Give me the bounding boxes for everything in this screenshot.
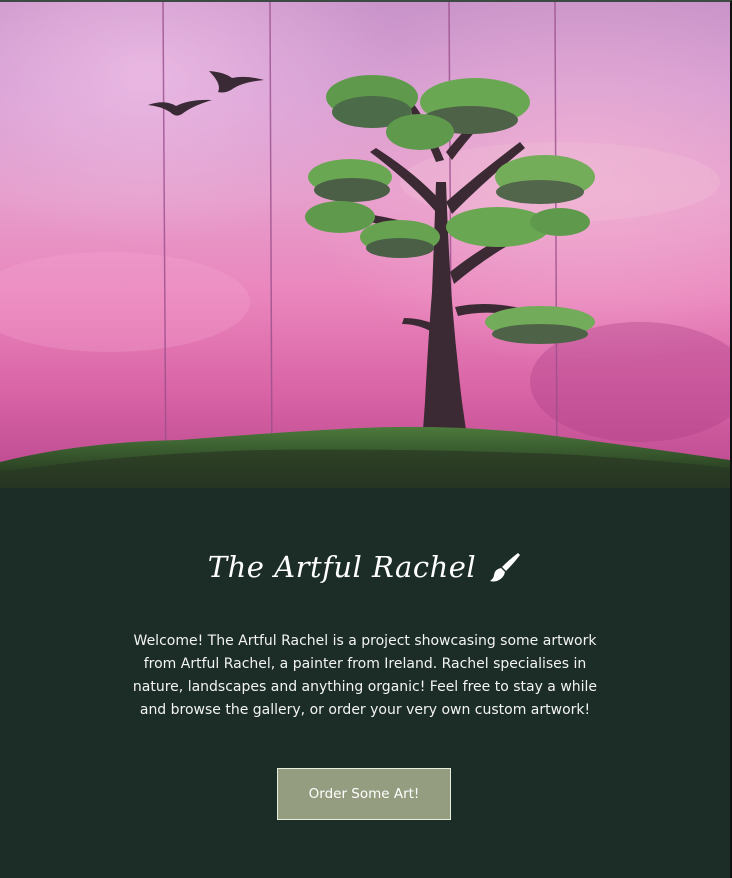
hero-painting — [0, 2, 730, 488]
welcome-text: Welcome! The Artful Rachel is a project … — [132, 633, 598, 718]
site-title: The Artful Rachel — [0, 550, 730, 584]
page: The Artful Rachel Welcome! The Artful Ra… — [0, 0, 732, 878]
intro-section: The Artful Rachel Welcome! The Artful Ra… — [0, 488, 730, 878]
site-title-text: The Artful Rachel — [207, 550, 477, 584]
paintbrush-icon — [488, 550, 522, 584]
order-art-button[interactable]: Order Some Art! — [277, 768, 451, 820]
